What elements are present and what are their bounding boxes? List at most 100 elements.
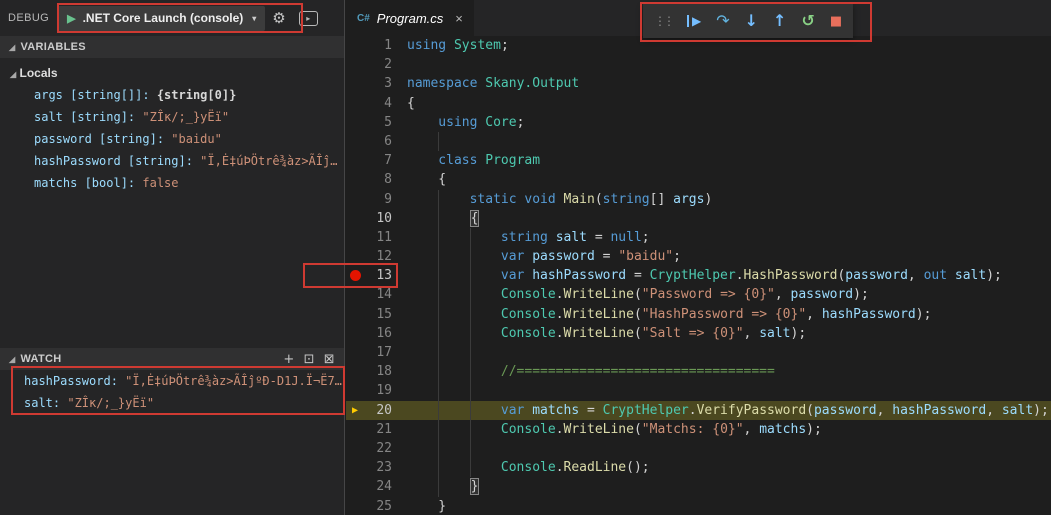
- line-number[interactable]: 5: [364, 113, 392, 132]
- tab-program-cs[interactable]: C# Program.cs ×: [346, 0, 474, 36]
- line-number[interactable]: 3: [364, 74, 392, 93]
- code-line[interactable]: 10 {: [346, 208, 1051, 228]
- collapse-all-icon[interactable]: ⊡: [304, 352, 315, 367]
- code-line[interactable]: ▶ 20 var matchs = CryptHelper.VerifyPasswo…: [346, 400, 1051, 420]
- code-line[interactable]: 18 //=================================: [346, 362, 1051, 382]
- line-number[interactable]: 25: [364, 497, 392, 515]
- variable-row[interactable]: salt [string]: "ZÎĸ/;_}yËï": [0, 106, 344, 128]
- code-line[interactable]: 7 class Program: [346, 151, 1051, 170]
- line-number[interactable]: 9: [364, 190, 392, 209]
- variable-row[interactable]: hashPassword [string]: "Ï,Ė‡úÞÖtrê¾àz>ÃÎ…: [0, 150, 344, 172]
- glyph-margin[interactable]: [346, 190, 364, 209]
- code-line[interactable]: 12 var password = "baidu";: [346, 247, 1051, 267]
- line-number[interactable]: 13: [364, 266, 392, 285]
- variables-section-header[interactable]: ◢ VARIABLES: [0, 36, 344, 58]
- gear-icon[interactable]: ⚙: [272, 9, 285, 27]
- line-number[interactable]: 1: [364, 36, 392, 55]
- glyph-margin[interactable]: [346, 362, 364, 381]
- close-tab-icon[interactable]: ×: [455, 11, 463, 26]
- glyph-margin[interactable]: [346, 285, 364, 304]
- code-line[interactable]: 2: [346, 55, 1051, 74]
- line-number[interactable]: 20: [364, 401, 392, 420]
- line-number[interactable]: 7: [364, 151, 392, 170]
- code-line[interactable]: 4{: [346, 94, 1051, 113]
- glyph-margin[interactable]: [346, 458, 364, 477]
- code-line[interactable]: 5 using Core;: [346, 113, 1051, 132]
- glyph-margin[interactable]: [346, 305, 364, 324]
- drag-handle-icon[interactable]: ⋮⋮: [654, 14, 675, 28]
- add-expression-icon[interactable]: +: [283, 352, 294, 367]
- glyph-margin[interactable]: [346, 36, 364, 55]
- glyph-margin[interactable]: ▶: [346, 401, 364, 420]
- code-line[interactable]: 19: [346, 381, 1051, 401]
- step-into-button[interactable]: ↓: [745, 13, 758, 29]
- code-line[interactable]: 14 Console.WriteLine("Password => {0}", p…: [346, 285, 1051, 305]
- scope-row-locals[interactable]: ◢ Locals: [0, 62, 344, 84]
- line-number[interactable]: 15: [364, 305, 392, 324]
- line-number[interactable]: 21: [364, 420, 392, 439]
- code-line[interactable]: 15 Console.WriteLine("HashPassword => {0}…: [346, 304, 1051, 324]
- line-number[interactable]: 2: [364, 55, 392, 74]
- glyph-margin[interactable]: [346, 74, 364, 93]
- code-line[interactable]: 22: [346, 438, 1051, 459]
- glyph-margin[interactable]: [346, 381, 364, 400]
- launch-config-picker[interactable]: ▶ .NET Core Launch (console) ▾: [58, 5, 266, 31]
- glyph-margin[interactable]: [346, 55, 364, 74]
- watch-expression-row[interactable]: hashPassword: "Ï,Ė‡úÞÖtrê¾àz>ÃÎĵºÐ-D1J.Ï…: [0, 370, 344, 392]
- line-number[interactable]: 6: [364, 132, 392, 151]
- glyph-margin[interactable]: [346, 209, 364, 228]
- variable-row[interactable]: matchs [bool]: false: [0, 172, 344, 194]
- variable-row[interactable]: args [string[]]: {string[0]}: [0, 84, 344, 106]
- glyph-margin[interactable]: [346, 170, 364, 189]
- breakpoint-icon[interactable]: [349, 270, 361, 282]
- code-line[interactable]: 25}: [346, 497, 1051, 515]
- code-line[interactable]: 11 string salt = null;: [346, 227, 1051, 248]
- line-number[interactable]: 10: [364, 209, 392, 228]
- glyph-margin[interactable]: [346, 477, 364, 496]
- step-out-button[interactable]: ↑: [773, 13, 786, 29]
- watch-section-header[interactable]: ◢ WATCH + ⊡ ⊠: [0, 348, 344, 370]
- continue-button[interactable]: ▶: [687, 15, 701, 27]
- code-line[interactable]: 21 Console.WriteLine("Matchs: {0}", match…: [346, 419, 1051, 439]
- code-line[interactable]: 17: [346, 343, 1051, 363]
- line-number[interactable]: 23: [364, 458, 392, 477]
- start-debugging-icon[interactable]: ▶: [67, 12, 75, 25]
- glyph-margin[interactable]: [346, 266, 364, 285]
- glyph-margin[interactable]: [346, 343, 364, 362]
- watch-expression-row[interactable]: salt: "ZÎĸ/;_}yËï": [0, 392, 344, 414]
- line-number[interactable]: 16: [364, 324, 392, 343]
- variable-row[interactable]: password [string]: "baidu": [0, 128, 344, 150]
- line-number[interactable]: 11: [364, 228, 392, 247]
- code-line[interactable]: 9 static void Main(string[] args): [346, 189, 1051, 209]
- remove-all-expressions-icon[interactable]: ⊠: [324, 352, 335, 367]
- debug-console-icon[interactable]: ▸: [298, 10, 318, 26]
- stop-button[interactable]: ■: [830, 15, 842, 28]
- code-line[interactable]: 6: [346, 131, 1051, 152]
- glyph-margin[interactable]: [346, 497, 364, 515]
- glyph-margin[interactable]: [346, 151, 364, 170]
- restart-button[interactable]: ↺: [801, 13, 814, 29]
- glyph-margin[interactable]: [346, 94, 364, 113]
- line-number[interactable]: 18: [364, 362, 392, 381]
- code-line[interactable]: 1 using System;: [346, 36, 1051, 55]
- line-number[interactable]: 24: [364, 477, 392, 496]
- glyph-margin[interactable]: [346, 228, 364, 247]
- line-number[interactable]: 22: [364, 439, 392, 458]
- code-line[interactable]: 3 namespace Skany.Output: [346, 74, 1051, 93]
- code-line[interactable]: 13 var hashPassword = CryptHelper.HashPas…: [346, 266, 1051, 286]
- code-line[interactable]: 23 Console.ReadLine();: [346, 458, 1051, 478]
- glyph-margin[interactable]: [346, 439, 364, 458]
- line-number[interactable]: 4: [364, 94, 392, 113]
- glyph-margin[interactable]: [346, 132, 364, 151]
- line-number[interactable]: 8: [364, 170, 392, 189]
- glyph-margin[interactable]: [346, 113, 364, 132]
- code-line[interactable]: 24}: [346, 477, 1051, 497]
- line-number[interactable]: 12: [364, 247, 392, 266]
- step-over-button[interactable]: ↷: [716, 13, 729, 29]
- line-number[interactable]: 14: [364, 285, 392, 304]
- line-number[interactable]: 19: [364, 381, 392, 400]
- code-line[interactable]: 8{: [346, 170, 1051, 189]
- glyph-margin[interactable]: [346, 247, 364, 266]
- code-line[interactable]: 16 Console.WriteLine("Salt => {0}", salt)…: [346, 323, 1051, 343]
- glyph-margin[interactable]: [346, 420, 364, 439]
